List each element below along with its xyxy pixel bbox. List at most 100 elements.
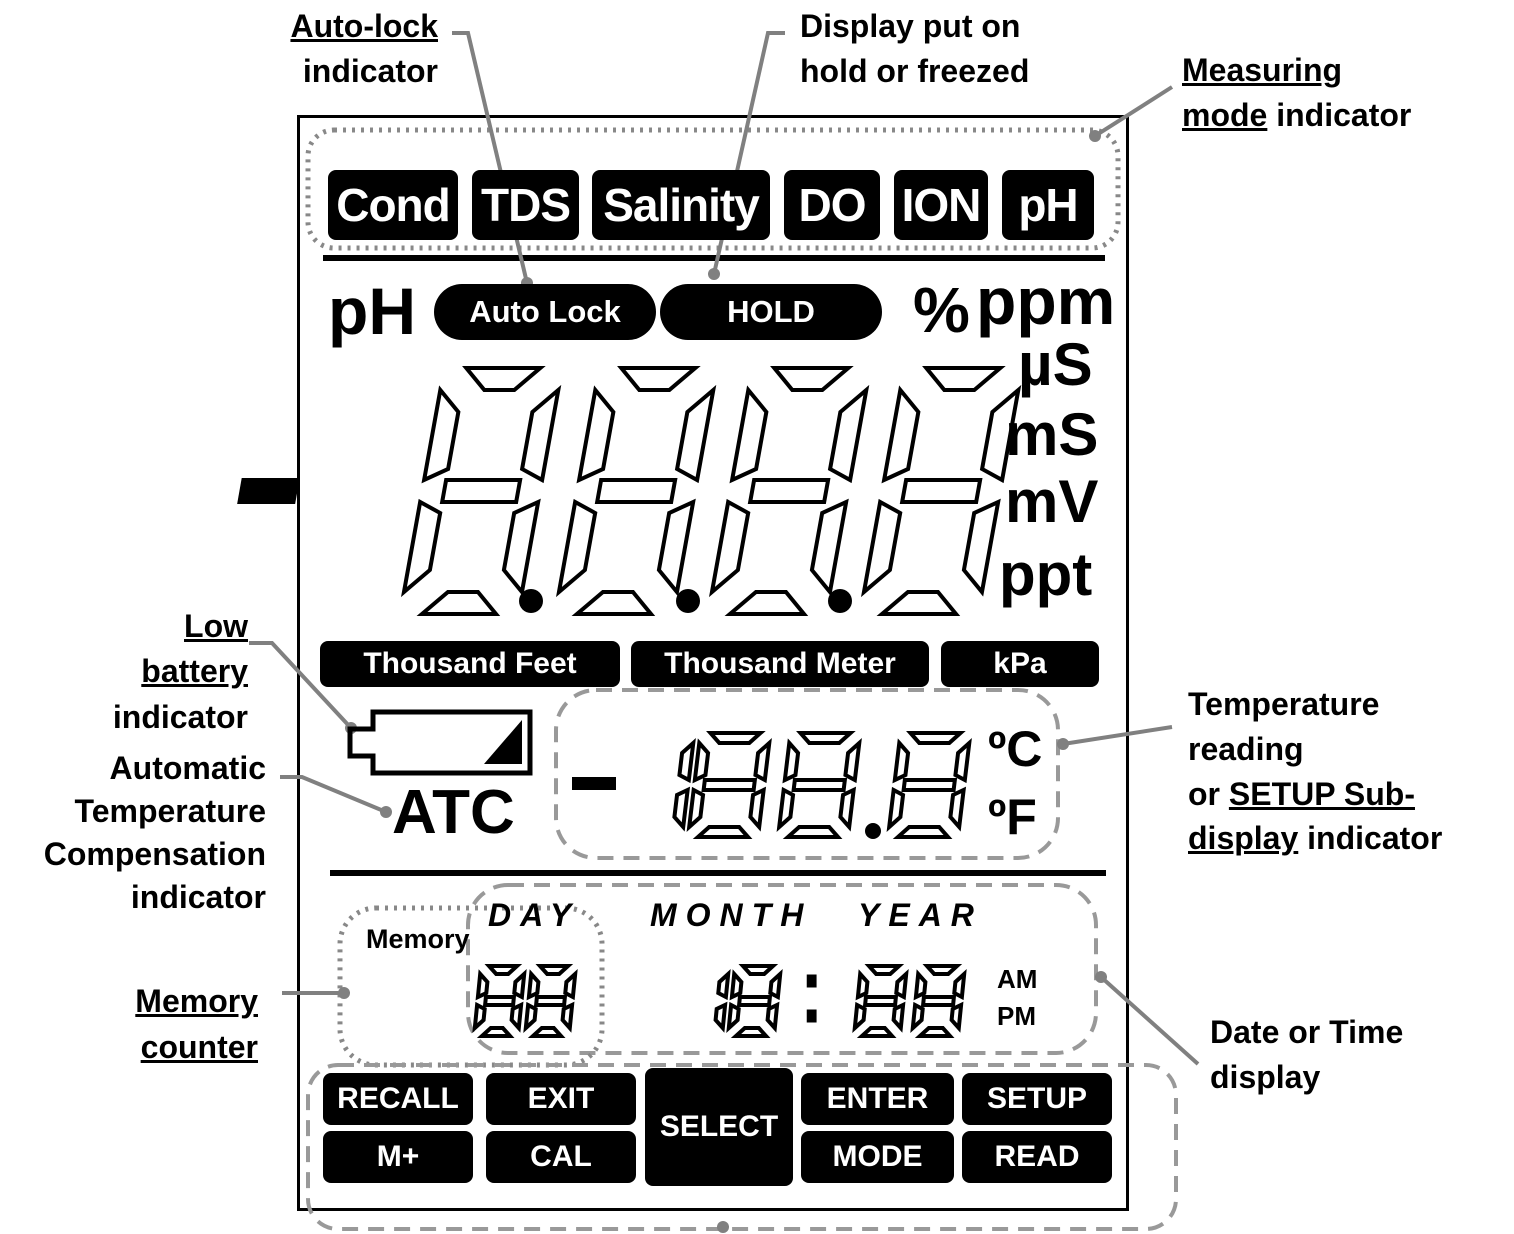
- temp-digit-2-segment-b: [753, 737, 772, 784]
- minute-digit-2-segment-e: [910, 1001, 925, 1033]
- callout-memory-u2: counter: [140, 1029, 258, 1066]
- leader-date-time: [1099, 975, 1200, 1066]
- callout-date-time-line1: Date or Time: [1210, 1014, 1404, 1050]
- label-year: YEAR: [858, 897, 983, 933]
- mode-key: MODE: [801, 1131, 954, 1183]
- callout-atc: Automatic Temperature Compensation indic…: [0, 747, 266, 919]
- mode-ph: pH: [1002, 170, 1094, 240]
- temp-digit-2-segment-c: [748, 786, 767, 832]
- main-digit-3-segment-c: [809, 498, 849, 597]
- main-digit-1-segment-b: [519, 384, 562, 484]
- callout-hold: Display put on hold or freezed: [800, 4, 1100, 95]
- hour-digit-2-segment-a: [738, 964, 779, 976]
- main-digit-2-segment-d: [571, 590, 656, 616]
- minute-digit-2-segment-a: [922, 964, 963, 976]
- temp-digit-4-segment-a: [906, 731, 966, 745]
- hour-digit-2-segment-c: [765, 1001, 780, 1033]
- main-minus-segment: [237, 478, 300, 504]
- hour-digit-1-segment-b: [716, 969, 731, 1001]
- temp-digit-4-segment-f: [892, 738, 911, 784]
- unit-millisiemens: mS: [1005, 401, 1099, 468]
- setup-key: SETUP: [962, 1073, 1112, 1125]
- datetime-seven-segment-digits: [472, 964, 967, 1038]
- callout-temperature-line2: reading: [1188, 730, 1304, 767]
- mode-do: DO: [784, 170, 880, 240]
- pm-indicator: PM: [997, 1001, 1036, 1031]
- callout-temperature-u2: display: [1188, 820, 1299, 857]
- main-digit-1-segment-c: [501, 498, 541, 597]
- unit-thousand-feet: Thousand Feet: [320, 641, 620, 687]
- callout-date-time: Date or Time display: [1210, 1010, 1403, 1101]
- temperature-seven-segment-digits: [672, 731, 972, 839]
- temp-digit-4-segment-c: [948, 786, 967, 832]
- hold-indicator: HOLD: [660, 284, 882, 340]
- memory-digit-1-segment-b: [512, 969, 527, 1001]
- minute-digit-1-segment-c: [891, 1001, 906, 1033]
- callout-measuring-u1: Measuring: [1182, 52, 1343, 88]
- callout-atc-line3: Compensation: [43, 835, 266, 872]
- main-digit-2-segment-c: [656, 498, 696, 597]
- main-decimal-1: [519, 589, 543, 613]
- main-digit-3-segment-g: [747, 478, 831, 504]
- temp-digit-3-segment-f: [782, 738, 801, 784]
- callout-auto-lock-rest: indicator: [302, 53, 438, 90]
- callout-atc-line2: Temperature: [74, 792, 266, 829]
- memory-digit-1-segment-e: [472, 1001, 487, 1033]
- memory-digit-1-segment-a: [484, 964, 523, 976]
- unit-fahrenheit: ºF: [988, 789, 1037, 845]
- memory-digit-2-segment-b: [563, 969, 578, 1001]
- main-digit-1-segment-e: [401, 498, 443, 598]
- callout-atc-line1: Automatic: [109, 750, 266, 786]
- callout-low-battery-u2: battery: [141, 653, 248, 690]
- temp-digit-3-segment-e: [776, 786, 796, 833]
- hour-digit-2-segment-g: [736, 995, 773, 1007]
- temp-digit-4-segment-d: [892, 825, 953, 839]
- read-key: READ: [962, 1131, 1112, 1183]
- mode-cond: Cond: [328, 170, 458, 240]
- callout-auto-lock-title: Auto-lock: [290, 8, 438, 44]
- minute-digit-2-segment-g: [920, 995, 957, 1007]
- main-digit-4-segment-d: [876, 590, 961, 616]
- main-digit-4-segment-a: [922, 366, 1006, 392]
- callout-date-time-line2: display: [1210, 1059, 1321, 1096]
- main-digit-3-segment-e: [709, 498, 751, 598]
- main-digit-3-segment-b: [827, 384, 870, 484]
- main-digit-4-segment-c: [961, 498, 1001, 597]
- label-month: MONTH: [650, 897, 813, 933]
- minute-digit-1-segment-b: [894, 969, 909, 1001]
- temp-digit-2-segment-g: [701, 778, 758, 792]
- m-plus-key: M+: [323, 1131, 473, 1183]
- leader-auto-lock: [452, 31, 529, 284]
- main-seven-segment-digits: [401, 366, 1022, 616]
- main-digit-4-segment-e: [861, 498, 903, 598]
- temp-digit-1-segment-b: [677, 737, 696, 784]
- main-decimal-3: [828, 589, 852, 613]
- main-digit-1-segment-f: [421, 385, 461, 484]
- main-digit-2-segment-f: [576, 385, 616, 484]
- unit-millivolt: mV: [1005, 468, 1099, 535]
- callout-measuring-u2: mode: [1182, 97, 1268, 134]
- callout-low-battery: Low battery indicator: [60, 604, 248, 740]
- leader-temperature: [1062, 725, 1173, 746]
- memory-digit-1-segment-d: [476, 1026, 515, 1038]
- temp-digit-4-segment-g: [901, 778, 958, 792]
- unit-ppt: ppt: [999, 541, 1093, 608]
- cal-key: CAL: [486, 1131, 636, 1183]
- main-digit-2-segment-g: [594, 478, 678, 504]
- temp-digit-2-segment-e: [686, 786, 706, 833]
- am-indicator: AM: [997, 964, 1038, 994]
- callout-hold-line2: hold or freezed: [800, 53, 1030, 90]
- memory-digit-2-segment-d: [527, 1026, 566, 1038]
- minute-digit-2-segment-b: [952, 969, 967, 1001]
- label-day: DAY: [488, 897, 581, 933]
- callout-measuring-mode: Measuring mode indicator: [1182, 48, 1411, 139]
- leader-atc: [280, 775, 387, 814]
- callout-auto-lock: Auto-lock indicator: [256, 4, 438, 95]
- temp-minus-segment: [572, 777, 616, 790]
- callout-memory-u1: Memory: [135, 983, 258, 1019]
- temp-digit-2-segment-f: [692, 738, 711, 784]
- temp-digit-3-segment-g: [791, 778, 848, 792]
- mode-tds: TDS: [472, 170, 579, 240]
- temp-digit-3-segment-a: [796, 731, 856, 745]
- callout-measuring-rest: indicator: [1276, 97, 1412, 134]
